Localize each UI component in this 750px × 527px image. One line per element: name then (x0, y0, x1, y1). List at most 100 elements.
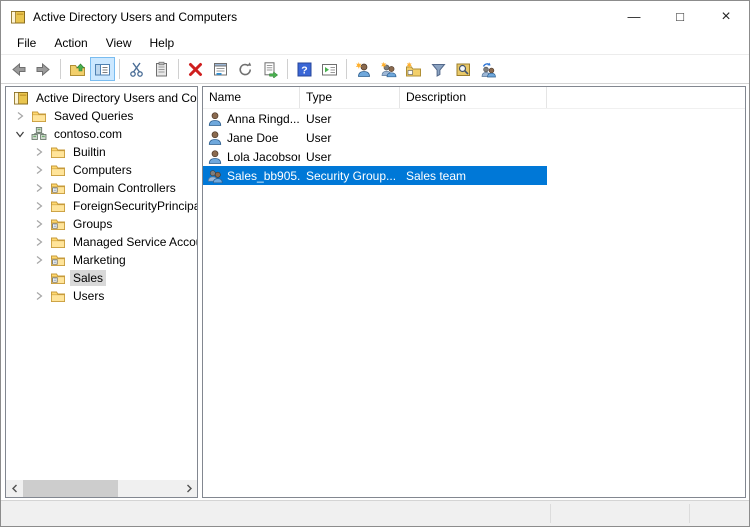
list-row-jane-doe[interactable]: Jane Doe User (203, 128, 745, 147)
tree-item-sales[interactable]: Sales (6, 269, 197, 287)
close-button[interactable]: × (703, 1, 749, 32)
refresh-button[interactable] (233, 57, 258, 81)
chevron-right-icon[interactable] (32, 253, 46, 267)
up-one-level-icon (70, 63, 85, 76)
new-user-button[interactable] (351, 57, 376, 81)
status-bar (1, 500, 749, 526)
folder-icon (50, 234, 66, 250)
list-row-sales-group[interactable]: Sales_bb905... Security Group... Sales t… (203, 166, 745, 185)
cell-name: Sales_bb905... (227, 168, 300, 183)
domain-icon (31, 126, 47, 142)
show-console-tree-icon (95, 63, 110, 75)
show-console-tree-button[interactable] (90, 57, 115, 81)
scrollbar-thumb[interactable] (23, 480, 118, 497)
chevron-right-icon[interactable] (32, 235, 46, 249)
cut-icon (130, 62, 143, 77)
toolbar-separator (60, 59, 61, 79)
result-list-pane: Name Type Description Anna Ringd... User (202, 86, 746, 498)
export-list-button[interactable] (258, 57, 283, 81)
chevron-right-icon[interactable] (32, 163, 46, 177)
new-group-button[interactable] (376, 57, 401, 81)
console-root-icon (13, 90, 29, 106)
back-button[interactable] (6, 57, 31, 81)
tree-item-domain-controllers[interactable]: Domain Controllers (6, 179, 197, 197)
delete-icon (189, 62, 202, 76)
status-separator (550, 504, 551, 523)
list-row-anna-ringdahl[interactable]: Anna Ringd... User (203, 109, 745, 128)
cell-description (400, 128, 547, 147)
show-window-icon (322, 63, 337, 75)
up-one-level-button[interactable] (65, 57, 90, 81)
properties-button[interactable] (208, 57, 233, 81)
chevron-right-icon[interactable] (32, 217, 46, 231)
forward-button[interactable] (31, 57, 56, 81)
tree-item-foreignsecurityprincipals[interactable]: ForeignSecurityPrincipals (6, 197, 197, 215)
tree-item-marketing[interactable]: Marketing (6, 251, 197, 269)
chevron-right-icon[interactable] (32, 199, 46, 213)
menu-bar: File Action View Help (1, 32, 749, 55)
user-icon (207, 130, 223, 146)
tree-item-contoso-com[interactable]: contoso.com (6, 125, 197, 143)
tree-item-root[interactable]: Active Directory Users and Computers (6, 89, 197, 107)
new-ou-button[interactable] (401, 57, 426, 81)
back-icon (12, 62, 26, 76)
folder-icon (50, 198, 66, 214)
tree-item-computers[interactable]: Computers (6, 161, 197, 179)
folder-icon (50, 144, 66, 160)
refresh-icon (239, 61, 252, 75)
delete-button[interactable] (183, 57, 208, 81)
properties-icon (214, 62, 227, 75)
cut-button[interactable] (124, 57, 149, 81)
chevron-right-icon[interactable] (32, 181, 46, 195)
menu-action[interactable]: Action (45, 33, 96, 53)
chevron-right-icon[interactable] (32, 145, 46, 159)
new-ou-icon (406, 61, 421, 76)
svg-text:?: ? (301, 64, 307, 76)
cell-description: Sales team (400, 166, 547, 185)
tree-item-groups[interactable]: Groups (6, 215, 197, 233)
scroll-right-arrow-icon[interactable] (180, 480, 197, 497)
paste-button[interactable] (149, 57, 174, 81)
find-button[interactable] (451, 57, 476, 81)
help-icon: ? (297, 62, 312, 76)
column-header-filler (547, 87, 745, 108)
find-icon (456, 63, 470, 76)
scrollbar-track[interactable] (118, 480, 180, 497)
refresh-membership-button[interactable] (476, 57, 501, 81)
console-tree-pane: Active Directory Users and Computers Sav… (5, 86, 198, 498)
tree-item-saved-queries[interactable]: Saved Queries (6, 107, 197, 125)
chevron-right-icon[interactable] (13, 109, 27, 123)
column-header-name[interactable]: Name (203, 87, 300, 108)
cell-name: Jane Doe (227, 130, 279, 145)
show-window-button[interactable] (317, 57, 342, 81)
maximize-button[interactable]: □ (657, 1, 703, 32)
filter-button[interactable] (426, 57, 451, 81)
help-button[interactable]: ? (292, 57, 317, 81)
column-header-type[interactable]: Type (300, 87, 400, 108)
scroll-left-arrow-icon[interactable] (6, 480, 23, 497)
list-row-lola-jacobson[interactable]: Lola Jacobson User (203, 147, 745, 166)
tree-horizontal-scrollbar[interactable] (6, 480, 197, 497)
cell-description (400, 109, 547, 128)
minimize-button[interactable]: — (611, 1, 657, 32)
export-list-icon (264, 61, 279, 78)
tree-item-builtin[interactable]: Builtin (6, 143, 197, 161)
toolbar-separator (178, 59, 179, 79)
list-header: Name Type Description (203, 87, 745, 109)
toolbar: ? (1, 55, 749, 84)
forward-icon (36, 62, 50, 76)
content-area: Active Directory Users and Computers Sav… (1, 84, 749, 500)
menu-view[interactable]: View (97, 33, 141, 53)
chevron-right-icon[interactable] (32, 289, 46, 303)
tree-item-users[interactable]: Users (6, 287, 197, 305)
menu-help[interactable]: Help (141, 33, 184, 53)
paste-icon (156, 61, 167, 76)
user-icon (207, 149, 223, 165)
chevron-down-icon[interactable] (13, 127, 27, 141)
menu-file[interactable]: File (8, 33, 45, 53)
ou-folder-icon (50, 252, 66, 268)
folder-icon (50, 288, 66, 304)
tree-item-managed-service-accounts[interactable]: Managed Service Accounts (6, 233, 197, 251)
user-icon (207, 111, 223, 127)
column-header-description[interactable]: Description (400, 87, 547, 108)
